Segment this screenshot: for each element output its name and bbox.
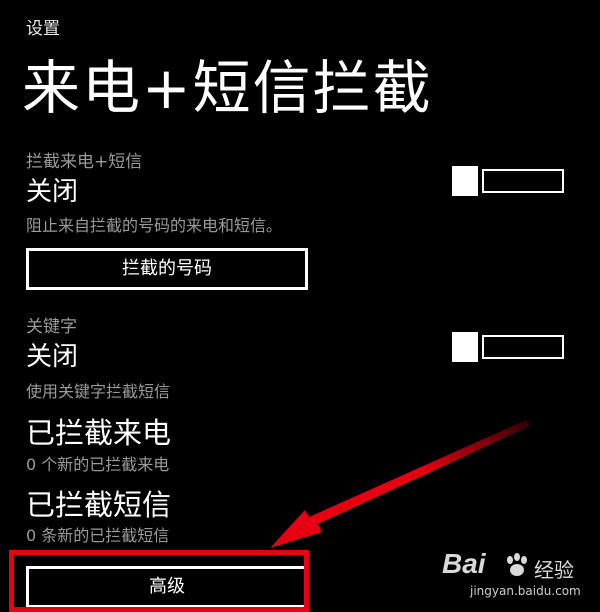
watermark-suffix: 经验	[534, 558, 574, 582]
keywords-description: 使用关键字拦截短信	[26, 382, 171, 401]
page-title: 来电+短信拦截	[22, 54, 433, 122]
baidu-jingyan-watermark: Bai 经验 jingyan.baidu.com	[442, 548, 582, 600]
blocked-numbers-button[interactable]: 拦截的号码	[26, 248, 308, 290]
keywords-state: 关闭	[26, 342, 79, 372]
app-label: 设置	[26, 19, 60, 39]
toggle-track	[482, 169, 564, 193]
blocked-calls-count: 0 个新的已拦截来电	[26, 455, 170, 474]
blocked-sms-link[interactable]: 已拦截短信	[26, 482, 171, 524]
keywords-toggle[interactable]	[452, 332, 564, 362]
watermark-url: jingyan.baidu.com	[470, 584, 581, 598]
toggle-knob	[452, 166, 478, 196]
watermark-brand: Bai	[442, 548, 486, 579]
blocked-sms-count: 0 条新的已拦截短信	[26, 526, 170, 545]
paw-icon	[507, 553, 527, 576]
call-sms-block-description: 阻止来自拦截的号码的来电和短信。	[26, 216, 283, 235]
keywords-section-label: 关键字	[26, 317, 77, 337]
call-sms-block-toggle[interactable]	[452, 166, 564, 196]
annotation-highlight-box	[9, 550, 309, 612]
toggle-knob	[452, 332, 478, 362]
toggle-track	[482, 335, 564, 359]
call-sms-block-section-label: 拦截来电+短信	[26, 152, 143, 172]
call-sms-block-state: 关闭	[26, 177, 79, 207]
blocked-calls-link[interactable]: 已拦截来电	[26, 410, 171, 452]
